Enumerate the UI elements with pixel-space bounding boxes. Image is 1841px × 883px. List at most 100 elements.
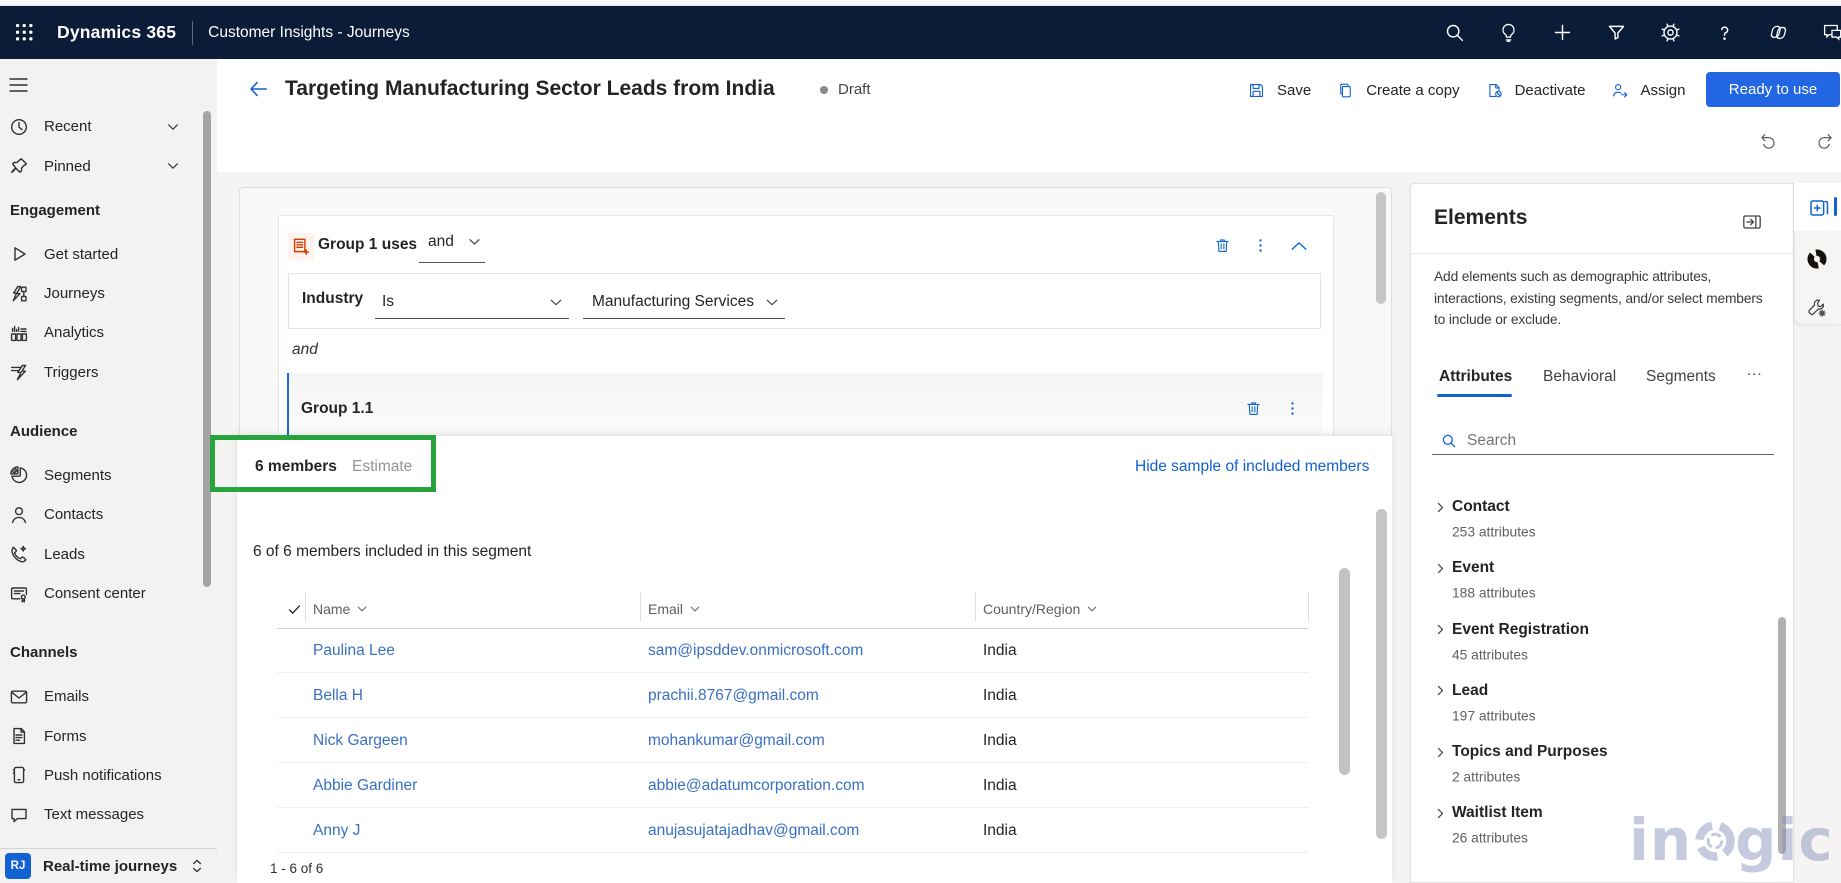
delete-group-icon[interactable]: [1214, 237, 1231, 254]
copy-icon: [1337, 82, 1354, 99]
sidebar-item-recent[interactable]: Recent: [0, 107, 217, 146]
sidebar-item-pinned[interactable]: Pinned: [0, 147, 217, 186]
collapse-panel-icon[interactable]: [1742, 212, 1762, 232]
chevron-down-icon[interactable]: [166, 159, 180, 173]
member-email-link[interactable]: mohankumar@gmail.com: [648, 718, 825, 763]
redo-icon[interactable]: [1815, 131, 1835, 151]
area-switch-icon[interactable]: [189, 858, 205, 874]
canvas-scrollbar[interactable]: [1376, 192, 1386, 304]
save-button[interactable]: Save: [1248, 82, 1311, 99]
member-email-link[interactable]: abbie@adatumcorporation.com: [648, 763, 865, 808]
expand-chevron-icon[interactable]: [1434, 684, 1447, 697]
tab-behavioral[interactable]: Behavioral: [1543, 368, 1616, 386]
table-row[interactable]: Nick Gargeen mohankumar@gmail.com India: [277, 718, 1308, 763]
chevron-down-icon[interactable]: [166, 120, 180, 134]
column-label: Email: [648, 601, 684, 617]
column-header-country-region[interactable]: Country/Region: [983, 590, 1098, 628]
expand-chevron-icon[interactable]: [1434, 623, 1447, 636]
condition-value-dropdown[interactable]: Manufacturing Services: [583, 285, 785, 319]
delete-subgroup-icon[interactable]: [1245, 400, 1262, 417]
area-switcher[interactable]: RJ Real-time journeys: [0, 848, 217, 883]
gear-icon[interactable]: [1643, 6, 1697, 59]
member-email-link[interactable]: prachii.8767@gmail.com: [648, 673, 819, 718]
expand-chevron-icon[interactable]: [1434, 807, 1447, 820]
table-row[interactable]: Bella H prachii.8767@gmail.com India: [277, 673, 1308, 718]
table-row[interactable]: Anny J anujasujatajadhav@gmail.com India: [277, 808, 1308, 853]
attribute-group-waitlist-item[interactable]: Waitlist Item 26 attributes: [1410, 792, 1776, 853]
waffle-menu-icon[interactable]: [0, 6, 49, 59]
copilot-panel-icon[interactable]: [1806, 248, 1828, 270]
attribute-group-lead[interactable]: Lead 197 attributes: [1410, 670, 1776, 731]
tools-panel-icon[interactable]: [1806, 297, 1828, 319]
sidebar-item-triggers[interactable]: Triggers: [0, 353, 217, 392]
column-header-email[interactable]: Email: [648, 590, 701, 628]
hamburger-menu-icon[interactable]: [9, 77, 28, 93]
subgroup-more-options-icon[interactable]: [1284, 400, 1301, 417]
sidebar-nav: Recent Pinned Engagement Get started Journey…: [0, 107, 217, 834]
ready-to-use-button[interactable]: Ready to use: [1706, 72, 1840, 107]
copilot-icon[interactable]: [1751, 6, 1805, 59]
filter-icon[interactable]: [1589, 6, 1643, 59]
back-arrow-button[interactable]: [247, 78, 269, 100]
expand-chevron-icon[interactable]: [1434, 746, 1447, 759]
attribute-group-event[interactable]: Event 188 attributes: [1410, 547, 1776, 608]
play-icon: [9, 244, 29, 264]
select-all-check-icon[interactable]: [287, 590, 302, 628]
member-name-link[interactable]: Nick Gargeen: [313, 718, 408, 763]
tab-overflow-icon[interactable]: ...: [1747, 362, 1763, 379]
app-name[interactable]: Customer Insights - Journeys: [208, 24, 410, 42]
push-icon: [9, 765, 29, 785]
member-name-link[interactable]: Paulina Lee: [313, 628, 395, 673]
expand-chevron-icon[interactable]: [1434, 501, 1447, 514]
expand-chevron-icon[interactable]: [1434, 562, 1447, 575]
feedback-icon[interactable]: [1805, 6, 1841, 59]
sidebar-item-leads[interactable]: Leads: [0, 535, 217, 574]
hide-sample-link[interactable]: Hide sample of included members: [1135, 458, 1369, 476]
elements-panel-scrollbar[interactable]: [1778, 617, 1786, 854]
sidebar-item-label: Emails: [44, 688, 90, 706]
sidebar-scrollbar[interactable]: [203, 111, 211, 587]
member-name-link[interactable]: Abbie Gardiner: [313, 763, 417, 808]
page-title: Targeting Manufacturing Sector Leads fro…: [285, 77, 775, 100]
help-icon[interactable]: [1697, 6, 1751, 59]
member-email-link[interactable]: sam@ipsddev.onmicrosoft.com: [648, 628, 863, 673]
members-panel-scrollbar[interactable]: [1376, 509, 1387, 839]
column-header-name[interactable]: Name: [313, 590, 368, 628]
sidebar-item-consent-center[interactable]: Consent center: [0, 574, 217, 613]
attribute-group-contact[interactable]: Contact 253 attributes: [1410, 486, 1776, 547]
attribute-group-topics-and-purposes[interactable]: Topics and Purposes 2 attributes: [1410, 731, 1776, 792]
sidebar-item-text-messages[interactable]: Text messages: [0, 795, 217, 834]
sidebar-item-segments[interactable]: Segments: [0, 456, 217, 495]
tab-segments[interactable]: Segments: [1646, 368, 1716, 386]
condition-operator-dropdown[interactable]: Is: [375, 285, 569, 319]
sidebar-item-emails[interactable]: Emails: [0, 677, 217, 716]
attribute-group-event-registration[interactable]: Event Registration 45 attributes: [1410, 609, 1776, 670]
sidebar-item-contacts[interactable]: Contacts: [0, 495, 217, 534]
assign-button[interactable]: Assign: [1611, 81, 1686, 99]
group-more-options-icon[interactable]: [1252, 237, 1269, 254]
undo-icon[interactable]: [1758, 131, 1778, 151]
sidebar-item-forms[interactable]: Forms: [0, 716, 217, 755]
lightbulb-icon[interactable]: [1481, 6, 1535, 59]
deactivate-button[interactable]: Deactivate: [1486, 82, 1585, 99]
collapse-group-icon[interactable]: [1290, 238, 1308, 254]
member-name-link[interactable]: Bella H: [313, 673, 363, 718]
sidebar-item-get-started[interactable]: Get started: [0, 234, 217, 273]
plus-icon[interactable]: [1535, 6, 1589, 59]
create-a-copy-button[interactable]: Create a copy: [1337, 82, 1460, 99]
elements-search-input[interactable]: Search: [1432, 427, 1774, 455]
group-operator-dropdown[interactable]: and: [419, 228, 485, 263]
member-name-link[interactable]: Anny J: [313, 808, 360, 853]
search-icon[interactable]: [1427, 6, 1481, 59]
brand-title[interactable]: Dynamics 365: [57, 22, 176, 43]
sidebar-item-push-notifications[interactable]: Push notifications: [0, 756, 217, 795]
command-label: Assign: [1640, 81, 1686, 99]
sidebar-item-journeys[interactable]: Journeys: [0, 274, 217, 313]
member-email-link[interactable]: anujasujatajadhav@gmail.com: [648, 808, 859, 853]
table-row[interactable]: Abbie Gardiner abbie@adatumcorporation.co…: [277, 763, 1308, 808]
table-row[interactable]: Paulina Lee sam@ipsddev.onmicrosoft.com In…: [277, 628, 1308, 673]
sidebar-item-analytics[interactable]: Analytics: [0, 313, 217, 352]
elements-panel-tab-icon[interactable]: [1808, 196, 1830, 218]
tab-attributes[interactable]: Attributes: [1439, 368, 1512, 386]
table-scrollbar[interactable]: [1339, 568, 1350, 775]
